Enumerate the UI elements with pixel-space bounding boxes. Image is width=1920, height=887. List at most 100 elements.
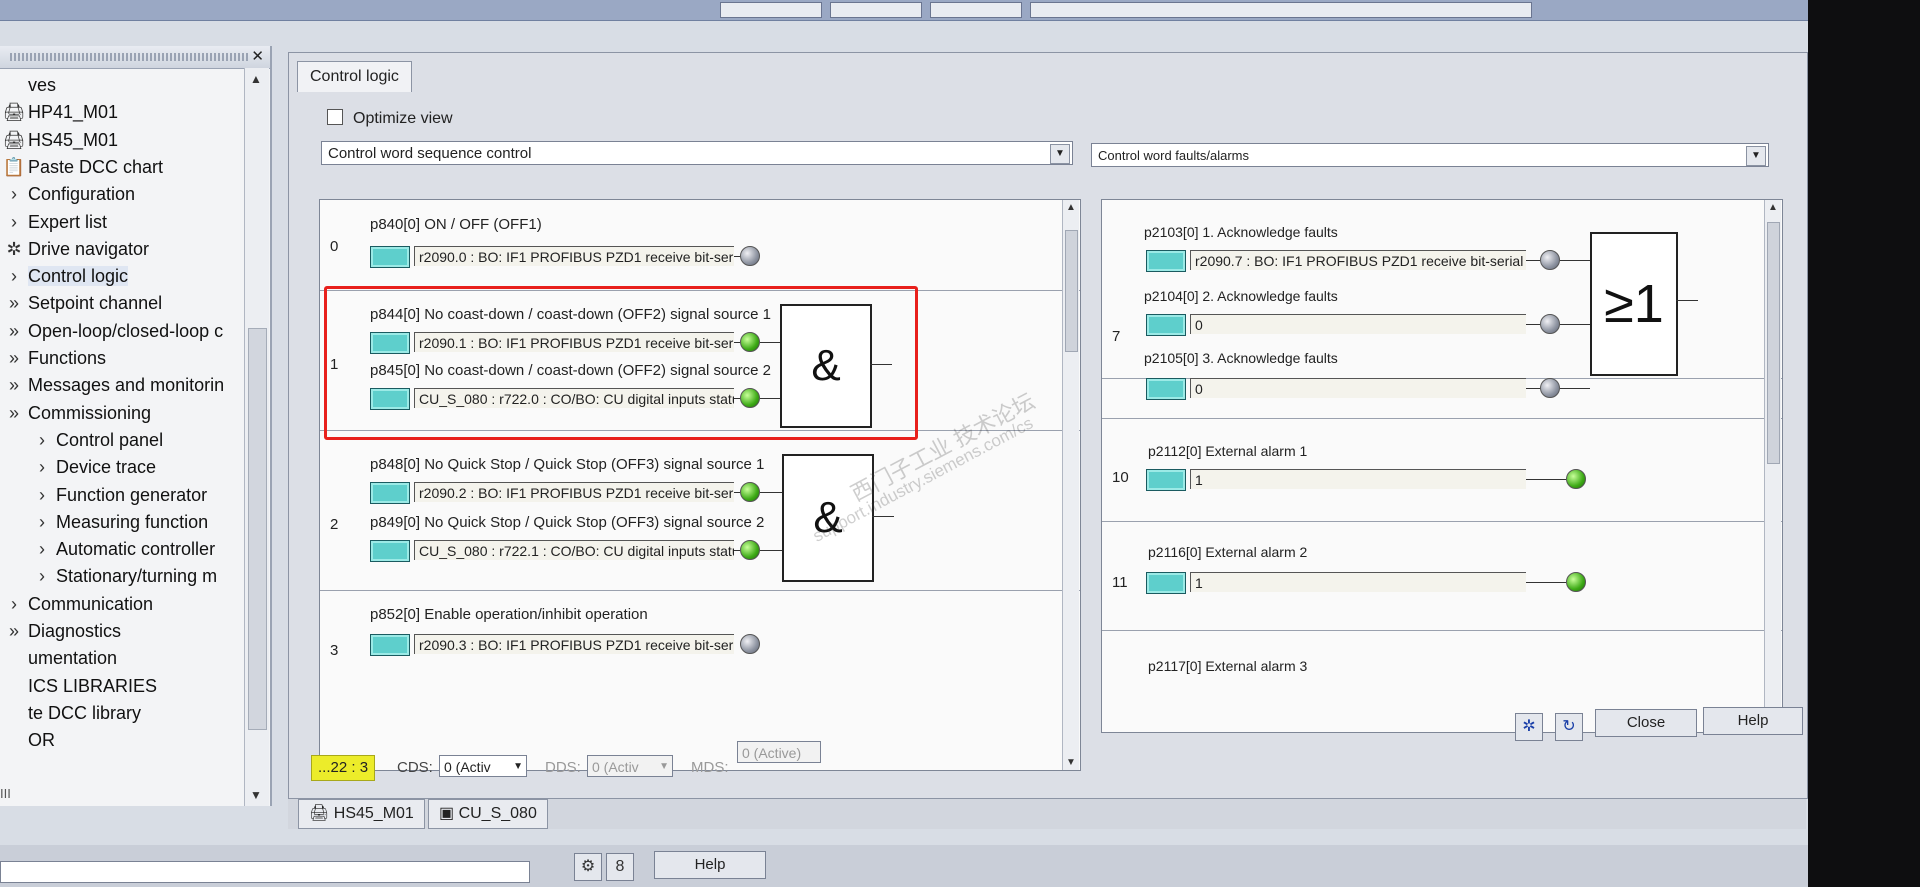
signal-source-field[interactable]: r2090.2 : BO: IF1 PROFIBUS PZD1 receive … — [414, 482, 734, 502]
tree-item[interactable]: › Function generator — [28, 482, 207, 508]
binector-icon[interactable] — [1146, 250, 1186, 272]
tree-expander-icon[interactable]: 🖨 — [0, 99, 28, 125]
chevron-down-icon[interactable]: ▼ — [659, 756, 669, 778]
signal-source-field[interactable]: CU_S_080 : r722.1 : CO/BO: CU digital in… — [414, 540, 734, 560]
tree-item[interactable]: 📋 Paste DCC chart — [0, 154, 163, 180]
right-panel-scrollbar[interactable]: ▲ ▼ — [1764, 200, 1781, 732]
tree-item[interactable]: » Commissioning — [0, 400, 151, 426]
tree-item[interactable]: » Diagnostics — [0, 618, 121, 644]
tree-item[interactable]: › Measuring function — [28, 509, 208, 535]
tree-expander-icon[interactable]: » — [0, 400, 28, 426]
tab-control-logic[interactable]: Control logic — [297, 61, 412, 92]
tree-scrollbar[interactable]: ▲ ▼ — [244, 68, 269, 806]
tree-item[interactable]: ICS LIBRARIES — [0, 673, 157, 699]
binector-icon[interactable] — [370, 482, 410, 504]
signal-source-field[interactable]: 0 — [1190, 378, 1526, 398]
tree-item[interactable]: › Expert list — [0, 209, 107, 235]
tree-expander-icon[interactable]: › — [0, 209, 28, 235]
chevron-down-icon[interactable]: ▼ — [513, 756, 523, 778]
help-button[interactable]: Help — [1703, 707, 1803, 735]
binector-icon[interactable] — [1146, 469, 1186, 491]
tree-expander-icon[interactable]: » — [0, 290, 28, 316]
tree-expander-icon[interactable]: » — [0, 372, 28, 398]
checkbox-box[interactable] — [327, 109, 343, 125]
tree-item[interactable]: › Control logic — [0, 263, 129, 289]
tree-item[interactable]: › Stationary/turning m — [28, 563, 217, 589]
tree-item[interactable]: » Open-loop/closed-loop c — [0, 318, 223, 344]
tree-item[interactable]: » Setpoint channel — [0, 290, 162, 316]
tree-expander-icon[interactable]: ✲ — [0, 236, 28, 262]
tree-expander-icon[interactable]: › — [28, 536, 56, 562]
tree-expander-icon[interactable]: » — [0, 318, 28, 344]
chevron-down-icon[interactable]: ▼ — [1746, 146, 1766, 166]
tree-hscroll[interactable]: III — [0, 784, 270, 806]
signal-source-field[interactable]: 1 — [1190, 572, 1526, 592]
left-combo[interactable]: Control word sequence control ▼ — [321, 141, 1073, 165]
tool-icon[interactable]: ⚙ — [574, 853, 602, 881]
tree-expander-icon[interactable]: » — [0, 618, 28, 644]
binector-icon[interactable] — [1146, 572, 1186, 594]
toolbar-button[interactable] — [830, 2, 922, 18]
chevron-down-icon[interactable]: ▼ — [1050, 144, 1070, 164]
tree-expander-icon[interactable]: › — [28, 427, 56, 453]
tab-hs45-m01[interactable]: 🖨 HS45_M01 — [298, 799, 425, 829]
left-panel-scrollbar[interactable]: ▲ ▼ — [1062, 200, 1079, 770]
footer-help-button[interactable]: Help — [654, 851, 766, 879]
tree-item[interactable]: umentation — [0, 645, 117, 671]
tree-expander-icon[interactable]: 📋 — [0, 154, 28, 180]
tree-item[interactable]: » Messages and monitorin — [0, 372, 224, 398]
dds-select[interactable]: 0 (Activ ▼ — [587, 755, 673, 777]
toggle-icon[interactable]: 8 — [606, 853, 634, 881]
signal-source-field[interactable]: r2090.7 : BO: IF1 PROFIBUS PZD1 receive … — [1190, 250, 1526, 270]
scroll-up-icon[interactable]: ▲ — [1066, 202, 1076, 213]
tree-item[interactable]: › Device trace — [28, 454, 156, 480]
scroll-up-icon[interactable]: ▲ — [250, 72, 262, 86]
scroll-down-icon[interactable]: ▼ — [1066, 757, 1076, 768]
close-button[interactable]: Close — [1595, 709, 1697, 737]
binector-icon[interactable] — [370, 246, 410, 268]
binector-icon[interactable] — [1146, 314, 1186, 336]
tree-expander-icon[interactable]: › — [28, 482, 56, 508]
optimize-view-checkbox[interactable]: Optimize view — [327, 109, 453, 128]
right-combo[interactable]: Control word faults/alarms ▼ — [1091, 143, 1769, 167]
footer-field[interactable] — [0, 861, 530, 883]
tree-expander-icon[interactable]: › — [28, 454, 56, 480]
tree-item[interactable]: » Functions — [0, 345, 106, 371]
tree-item[interactable]: ✲ Drive navigator — [0, 236, 149, 262]
tab-cu-s-080[interactable]: ▣ CU_S_080 — [428, 799, 548, 829]
toolbar-button[interactable] — [1030, 2, 1532, 18]
tree-item[interactable]: › Automatic controller — [28, 536, 215, 562]
signal-source-field[interactable]: r2090.0 : BO: IF1 PROFIBUS PZD1 receive … — [414, 246, 734, 266]
scroll-thumb[interactable] — [1065, 230, 1078, 352]
tree-item[interactable]: OR — [0, 727, 55, 753]
scroll-thumb[interactable] — [248, 328, 267, 730]
tree-expander-icon[interactable]: 🖨 — [0, 127, 28, 153]
grip-handle[interactable] — [10, 53, 250, 61]
tree-item[interactable]: ves — [0, 72, 56, 98]
tree-item[interactable]: › Communication — [0, 591, 153, 617]
tree-item[interactable]: te DCC library — [0, 700, 141, 726]
tree-expander-icon[interactable]: › — [0, 263, 28, 289]
scroll-thumb[interactable] — [1767, 222, 1780, 464]
tree-item[interactable]: 🖨 HP41_M01 — [0, 99, 119, 125]
tree-item[interactable]: › Configuration — [0, 181, 135, 207]
scroll-up-icon[interactable]: ▲ — [1768, 202, 1778, 213]
tree-item[interactable]: › Control panel — [28, 427, 163, 453]
tree-item[interactable]: 🖨 HS45_M01 — [0, 127, 119, 153]
toolbar-button[interactable] — [930, 2, 1022, 18]
signal-source-field[interactable]: r2090.3 : BO: IF1 PROFIBUS PZD1 receive … — [414, 634, 734, 654]
binector-icon[interactable] — [370, 634, 410, 656]
close-icon[interactable]: ✕ — [251, 47, 264, 65]
tree-expander-icon[interactable]: › — [28, 509, 56, 535]
signal-source-field[interactable]: 0 — [1190, 314, 1526, 334]
tree-expander-icon[interactable]: › — [0, 591, 28, 617]
tree-expander-icon[interactable]: › — [28, 563, 56, 589]
tree-expander-icon[interactable]: » — [0, 345, 28, 371]
signal-source-field[interactable]: 1 — [1190, 469, 1526, 489]
settings-icon[interactable]: ✲ — [1515, 713, 1543, 741]
toolbar-button[interactable] — [720, 2, 822, 18]
refresh-icon[interactable]: ↻ — [1555, 713, 1583, 741]
cds-select[interactable]: 0 (Activ ▼ — [439, 755, 527, 777]
tree-expander-icon[interactable]: › — [0, 181, 28, 207]
binector-icon[interactable] — [370, 540, 410, 562]
